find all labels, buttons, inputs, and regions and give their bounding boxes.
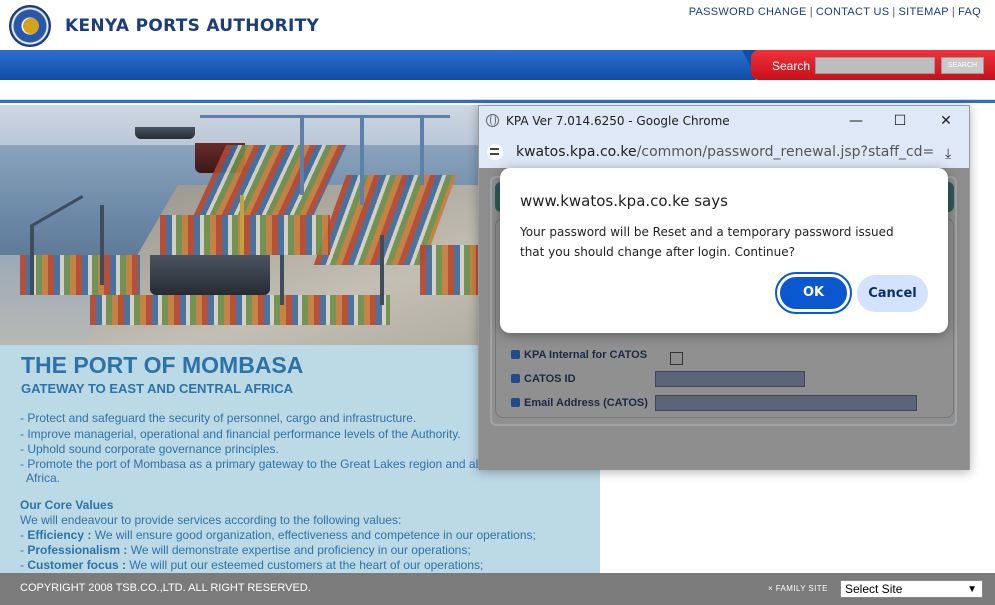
catos-id-input[interactable]: [655, 371, 805, 387]
globe-icon: [486, 114, 499, 127]
confirm-dialog: www.kwatos.kpa.co.ke says Your password …: [500, 168, 948, 333]
top-links: PASSWORD CHANGE | CONTACT US | SITEMAP | FAQ: [688, 6, 981, 18]
minimize-button[interactable]: —: [845, 110, 867, 132]
brand-name: KENYA PORTS AUTHORITY: [65, 16, 320, 36]
internal-catos-checkbox[interactable]: [670, 352, 683, 365]
objective-item: - Promote the port of Mombasa as a prima…: [20, 457, 479, 471]
email-label: Email Address (CATOS): [511, 397, 648, 409]
address-url[interactable]: kwatos.kpa.co.ke/common/password_renewal…: [516, 144, 934, 160]
dialog-message: Your password will be Reset and a tempor…: [520, 225, 894, 259]
site-info-icon[interactable]: [487, 144, 503, 160]
core-value-item: - Professionalism : We will demonstrate …: [20, 543, 471, 557]
objective-item: - Uphold sound corporate governance prin…: [20, 442, 279, 456]
search-button[interactable]: SEARCH: [941, 57, 984, 74]
sub-nav-strip: [0, 82, 995, 100]
faq-link[interactable]: FAQ: [958, 6, 981, 18]
search-input[interactable]: [815, 57, 935, 74]
password-change-link[interactable]: PASSWORD CHANGE: [689, 6, 807, 18]
kpa-logo-icon[interactable]: [9, 5, 51, 47]
search-label: Search: [772, 59, 811, 73]
window-title: KPA Ver 7.014.6250 - Google Chrome: [506, 114, 730, 128]
window-titlebar[interactable]: KPA Ver 7.014.6250 - Google Chrome — ☐ ✕: [479, 106, 969, 136]
divider-bar: [0, 100, 995, 103]
email-input[interactable]: [655, 395, 917, 411]
main-nav-bar: [0, 50, 760, 80]
select-value: Select Site: [845, 582, 903, 596]
objective-item: - Improve managerial, operational and fi…: [20, 427, 461, 441]
download-icon[interactable]: ⤓: [945, 145, 951, 162]
bullet-icon: [511, 350, 520, 359]
port-title: THE PORT OF MOMBASA: [21, 352, 304, 378]
cancel-button[interactable]: Cancel: [857, 275, 928, 312]
site-header: KENYA PORTS AUTHORITY PASSWORD CHANGE | CO…: [0, 0, 995, 50]
ok-button[interactable]: OK: [775, 272, 852, 314]
objective-item: - Protect and safeguard the security of …: [20, 411, 417, 425]
objective-item: Africa.: [26, 471, 61, 485]
dialog-title: www.kwatos.kpa.co.ke says: [520, 192, 728, 210]
close-button[interactable]: ✕: [935, 110, 957, 132]
search-bar: Search SEARCH: [751, 50, 995, 80]
catos-id-label: CATOS ID: [511, 373, 576, 385]
core-values-intro: We will endeavour to provide services ac…: [20, 513, 402, 527]
core-values-title: Our Core Values: [20, 498, 114, 512]
contact-us-link[interactable]: CONTACT US: [816, 6, 890, 18]
family-site-select[interactable]: Select Site ▼: [840, 580, 983, 598]
address-bar[interactable]: kwatos.kpa.co.ke/common/password_renewal…: [479, 136, 969, 168]
internal-catos-label: KPA Internal for CATOS: [511, 349, 647, 361]
chevron-down-icon: ▼: [967, 584, 977, 595]
bullet-icon: [511, 374, 520, 383]
maximize-button[interactable]: ☐: [889, 110, 911, 132]
core-value-item: - Customer focus : We will put our estee…: [20, 558, 484, 572]
port-subtitle: GATEWAY TO EAST AND CENTRAL AFRICA: [21, 381, 294, 396]
bullet-icon: [511, 398, 520, 407]
family-site-label: × FAMILY SITE: [768, 584, 828, 593]
copyright-text: COPYRIGHT 2008 TSB.CO.,LTD. ALL RIGHT RE…: [20, 582, 311, 594]
site-footer: COPYRIGHT 2008 TSB.CO.,LTD. ALL RIGHT RE…: [0, 573, 995, 605]
core-value-item: - Efficiency : We will ensure good organ…: [20, 528, 536, 542]
sitemap-link[interactable]: SITEMAP: [899, 6, 949, 18]
